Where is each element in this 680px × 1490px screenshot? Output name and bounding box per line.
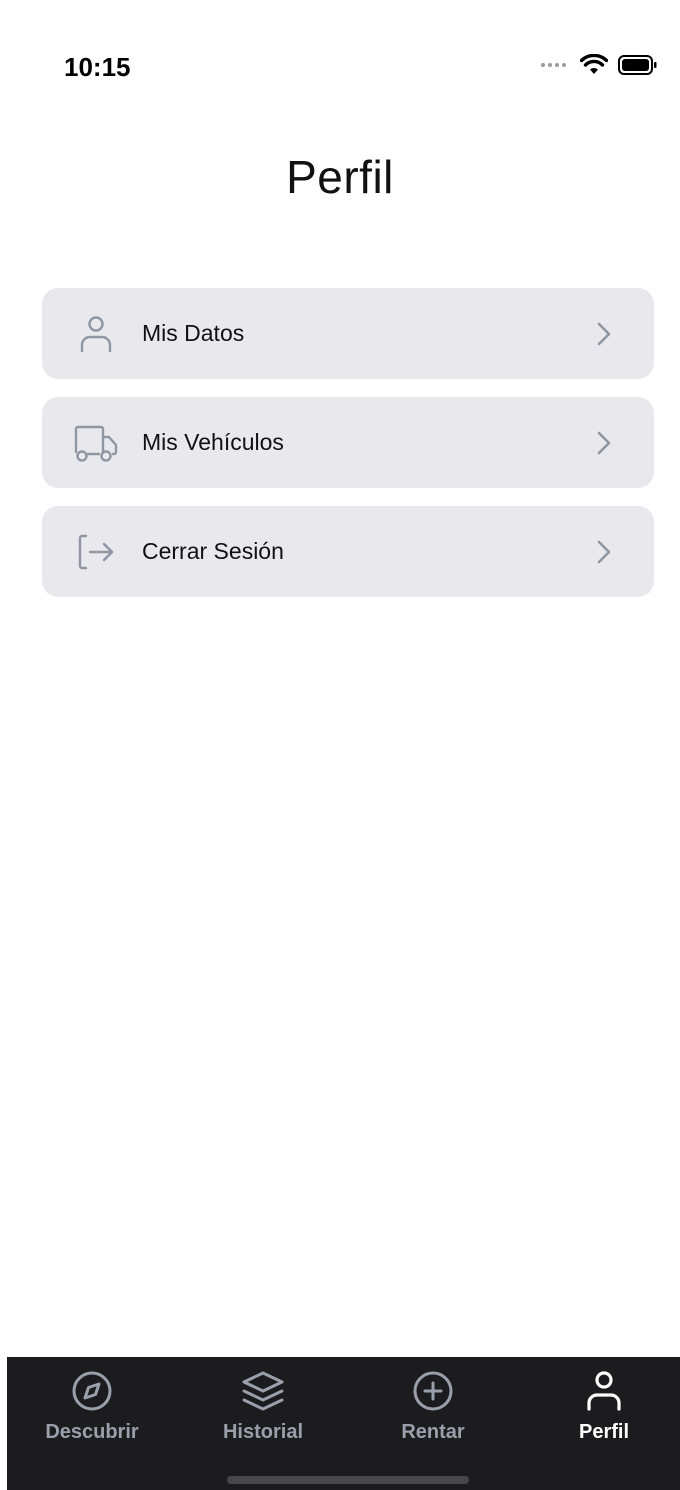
menu-item-mis-vehiculos[interactable]: Mis Vehículos — [42, 397, 654, 488]
page-title: Perfil — [286, 151, 394, 203]
tab-descubrir[interactable]: Descubrir — [22, 1357, 162, 1457]
tab-perfil[interactable]: Perfil — [534, 1357, 674, 1457]
tab-label: Rentar — [401, 1421, 465, 1443]
tab-label: Perfil — [578, 1421, 630, 1443]
menu-item-mis-datos[interactable]: Mis Datos — [42, 288, 654, 379]
profile-menu: Mis Datos Mis Vehículos Cerrar Sesión — [42, 288, 654, 597]
layers-icon — [241, 1369, 285, 1413]
user-icon — [582, 1369, 626, 1413]
menu-item-cerrar-sesion[interactable]: Cerrar Sesión — [42, 506, 654, 597]
compass-icon — [70, 1369, 114, 1413]
menu-item-label: Cerrar Sesión — [142, 538, 284, 564]
status-time: 10:15 — [64, 52, 131, 82]
logout-icon — [70, 526, 122, 578]
truck-icon — [70, 417, 122, 469]
tab-historial[interactable]: Historial — [193, 1357, 333, 1457]
menu-item-label: Mis Vehículos — [142, 429, 284, 455]
status-icons — [541, 54, 658, 76]
tab-bar: Descubrir Historial Rentar Perfil — [7, 1357, 680, 1490]
chevron-right-icon — [597, 540, 611, 563]
tab-label: Descubrir — [45, 1421, 139, 1443]
home-indicator — [227, 1476, 469, 1484]
wifi-icon — [580, 54, 608, 74]
tab-rentar[interactable]: Rentar — [363, 1357, 503, 1457]
chevron-right-icon — [597, 322, 611, 345]
status-bar: 10:15 — [0, 0, 680, 120]
tab-label: Historial — [222, 1421, 304, 1443]
menu-item-label: Mis Datos — [142, 320, 245, 346]
chevron-right-icon — [597, 431, 611, 454]
signal-dots-icon — [541, 63, 566, 67]
plus-circle-icon — [411, 1369, 455, 1413]
user-icon — [70, 308, 122, 360]
battery-icon — [618, 55, 657, 75]
